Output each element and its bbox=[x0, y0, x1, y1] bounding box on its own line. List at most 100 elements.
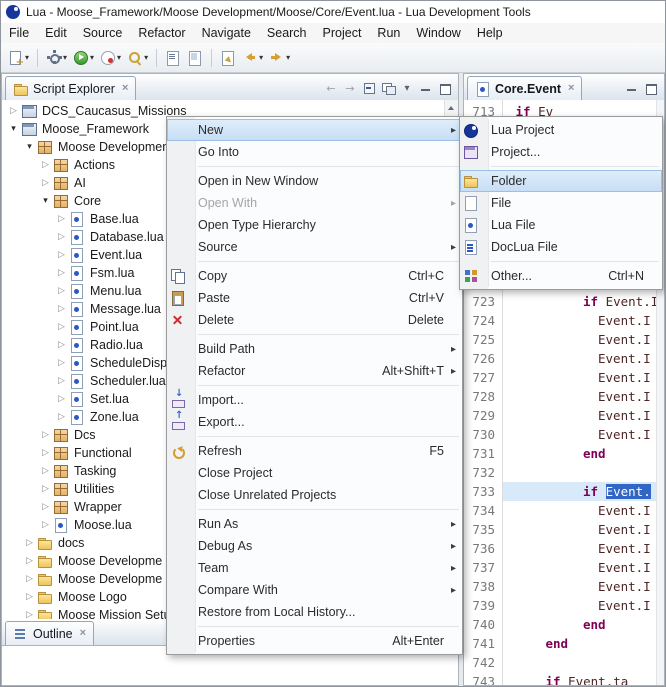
expand-arrow-icon[interactable] bbox=[54, 228, 69, 246]
menu-edit[interactable]: Edit bbox=[37, 23, 75, 43]
collapse-arrow-icon[interactable] bbox=[6, 120, 21, 138]
expand-arrow-icon[interactable] bbox=[22, 552, 37, 570]
debug-tool-dropdown-icon[interactable]: ▾ bbox=[63, 53, 67, 62]
back-arrow-icon[interactable] bbox=[323, 80, 339, 96]
context-menu-item-export[interactable]: Export... bbox=[167, 411, 462, 433]
new-wizard-button[interactable]: ▾ bbox=[6, 46, 31, 69]
new-submenu-item-folder[interactable]: Folder bbox=[460, 170, 662, 192]
expand-arrow-icon[interactable] bbox=[54, 300, 69, 318]
context-menu-item-properties[interactable]: PropertiesAlt+Enter bbox=[167, 630, 462, 652]
context-menu-item-paste[interactable]: PasteCtrl+V bbox=[167, 287, 462, 309]
new-submenu-item-project[interactable]: Project... bbox=[460, 141, 662, 163]
forward-button[interactable]: ▾ bbox=[267, 46, 292, 69]
new-submenu-item-lua-file[interactable]: Lua File bbox=[460, 214, 662, 236]
expand-arrow-icon[interactable] bbox=[54, 408, 69, 426]
context-menu-item-import[interactable]: Import... bbox=[167, 389, 462, 411]
context-menu-item-delete[interactable]: DeleteDelete bbox=[167, 309, 462, 331]
expand-arrow-icon[interactable] bbox=[38, 426, 53, 444]
expand-arrow-icon[interactable] bbox=[54, 390, 69, 408]
context-menu-item-open-in-new-window[interactable]: Open in New Window bbox=[167, 170, 462, 192]
menu-source[interactable]: Source bbox=[75, 23, 131, 43]
expand-arrow-icon[interactable] bbox=[22, 570, 37, 588]
menu-file[interactable]: File bbox=[1, 23, 37, 43]
search-dropdown-icon[interactable]: ▾ bbox=[144, 53, 148, 62]
context-menu-item-build-path[interactable]: Build Path bbox=[167, 338, 462, 360]
context-menu-item-source[interactable]: Source bbox=[167, 236, 462, 258]
back-button[interactable]: ▾ bbox=[240, 46, 265, 69]
new-submenu-item-lua-project[interactable]: Lua Project bbox=[460, 119, 662, 141]
context-menu-item-new[interactable]: New bbox=[167, 119, 462, 141]
view-menu-icon[interactable] bbox=[399, 80, 415, 96]
tab-outline[interactable]: Outline bbox=[5, 621, 94, 645]
expand-arrow-icon[interactable] bbox=[38, 174, 53, 192]
expand-arrow-icon[interactable] bbox=[38, 516, 53, 534]
menu-help[interactable]: Help bbox=[469, 23, 511, 43]
context-menu-item-team[interactable]: Team bbox=[167, 557, 462, 579]
run-dropdown-icon[interactable]: ▾ bbox=[90, 53, 94, 62]
menu-navigate[interactable]: Navigate bbox=[194, 23, 259, 43]
context-menu-item-copy[interactable]: CopyCtrl+C bbox=[167, 265, 462, 287]
menu-window[interactable]: Window bbox=[408, 23, 468, 43]
expand-arrow-icon[interactable] bbox=[38, 444, 53, 462]
close-icon[interactable] bbox=[122, 83, 128, 94]
new-submenu-item-file[interactable]: File bbox=[460, 192, 662, 214]
external-tools-button[interactable]: ▾ bbox=[98, 46, 123, 69]
expand-arrow-icon[interactable] bbox=[22, 534, 37, 552]
expand-arrow-icon[interactable] bbox=[22, 588, 37, 606]
external-tools-dropdown-icon[interactable]: ▾ bbox=[117, 53, 121, 62]
close-icon[interactable] bbox=[568, 83, 574, 94]
expand-arrow-icon[interactable] bbox=[6, 102, 21, 120]
collapse-all-icon[interactable] bbox=[361, 80, 377, 96]
context-menu-item-debug-as[interactable]: Debug As bbox=[167, 535, 462, 557]
context-menu-item-run-as[interactable]: Run As bbox=[167, 513, 462, 535]
collapse-arrow-icon[interactable] bbox=[38, 192, 53, 210]
context-menu-item-open-with[interactable]: Open With bbox=[167, 192, 462, 214]
expand-arrow-icon[interactable] bbox=[54, 264, 69, 282]
search-button[interactable]: ▾ bbox=[125, 46, 150, 69]
expand-arrow-icon[interactable] bbox=[38, 462, 53, 480]
expand-arrow-icon[interactable] bbox=[54, 354, 69, 372]
expand-arrow-icon[interactable] bbox=[22, 606, 37, 620]
last-edit-location-button[interactable] bbox=[218, 46, 238, 69]
context-menu-item-restore-from-local-history[interactable]: Restore from Local History... bbox=[167, 601, 462, 623]
context-menu-item-refactor[interactable]: RefactorAlt+Shift+T bbox=[167, 360, 462, 382]
debug-tool-button[interactable]: ▾ bbox=[44, 46, 69, 69]
tab-core-event[interactable]: Core.Event bbox=[467, 76, 582, 100]
forward-dropdown-icon[interactable]: ▾ bbox=[286, 53, 290, 62]
collapse-arrow-icon[interactable] bbox=[22, 138, 37, 156]
expand-arrow-icon[interactable] bbox=[54, 336, 69, 354]
menu-search[interactable]: Search bbox=[259, 23, 315, 43]
context-menu-item-compare-with[interactable]: Compare With bbox=[167, 579, 462, 601]
open-resource-button[interactable] bbox=[163, 46, 183, 69]
context-menu-item-refresh[interactable]: RefreshF5 bbox=[167, 440, 462, 462]
link-with-editor-icon[interactable] bbox=[380, 80, 396, 96]
expand-arrow-icon[interactable] bbox=[54, 372, 69, 390]
scroll-up-icon[interactable] bbox=[445, 100, 457, 113]
new-submenu-item-doclua-file[interactable]: DocLua File bbox=[460, 236, 662, 258]
new-submenu-item-other[interactable]: Other...Ctrl+N bbox=[460, 265, 662, 287]
context-menu-item-open-type-hierarchy[interactable]: Open Type Hierarchy bbox=[167, 214, 462, 236]
new-wizard-dropdown-icon[interactable]: ▾ bbox=[25, 53, 29, 62]
context-menu-item-go-into[interactable]: Go Into bbox=[167, 141, 462, 163]
expand-arrow-icon[interactable] bbox=[54, 246, 69, 264]
expand-arrow-icon[interactable] bbox=[38, 156, 53, 174]
menu-run[interactable]: Run bbox=[369, 23, 408, 43]
expand-arrow-icon[interactable] bbox=[38, 480, 53, 498]
maximize-icon[interactable] bbox=[437, 80, 453, 96]
forward-arrow-icon[interactable] bbox=[342, 80, 358, 96]
menu-project[interactable]: Project bbox=[315, 23, 370, 43]
maximize-icon[interactable] bbox=[643, 80, 659, 96]
menu-refactor[interactable]: Refactor bbox=[130, 23, 193, 43]
expand-arrow-icon[interactable] bbox=[54, 282, 69, 300]
expand-arrow-icon[interactable] bbox=[38, 498, 53, 516]
context-menu-item-close-project[interactable]: Close Project bbox=[167, 462, 462, 484]
expand-arrow-icon[interactable] bbox=[54, 210, 69, 228]
close-icon[interactable] bbox=[80, 628, 86, 639]
show-annotations-button[interactable] bbox=[185, 46, 205, 69]
minimize-icon[interactable] bbox=[624, 80, 640, 96]
context-menu-item-close-unrelated-projects[interactable]: Close Unrelated Projects bbox=[167, 484, 462, 506]
expand-arrow-icon[interactable] bbox=[54, 318, 69, 336]
tab-script-explorer[interactable]: Script Explorer bbox=[5, 76, 136, 100]
back-dropdown-icon[interactable]: ▾ bbox=[259, 53, 263, 62]
minimize-icon[interactable] bbox=[418, 80, 434, 96]
